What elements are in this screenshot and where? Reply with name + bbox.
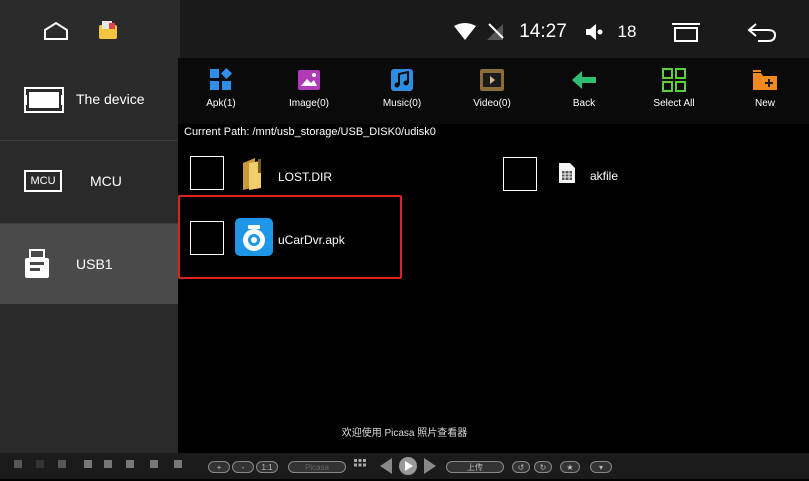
usb-drive-icon (24, 249, 50, 284)
grid-view-icon[interactable] (354, 458, 366, 470)
file-name[interactable]: LOST.DIR (278, 170, 332, 184)
current-path-value: /mnt/usb_storage/USB_DISK0/udisk0 (252, 126, 436, 138)
slideshow-play-icon[interactable] (378, 456, 438, 476)
sidebar-item-usb1[interactable]: USB1 (0, 224, 178, 304)
wifi-icon (452, 22, 478, 42)
tab-music-label: Music(0) (382, 98, 422, 109)
thumbnail (14, 460, 22, 468)
current-path-label: Current Path: (184, 126, 250, 138)
tab-apk[interactable]: Apk(1) (181, 58, 261, 124)
back-button[interactable]: Back (544, 58, 624, 124)
thumbnail (84, 460, 92, 468)
apk-icon (207, 66, 235, 94)
upload-button[interactable]: 上传 (446, 461, 504, 473)
file-browser: Apk(1) Image(0) Music(0) Video(0) Back S… (178, 58, 809, 453)
new-folder-button[interactable]: New (725, 58, 805, 124)
toolbar: Apk(1) Image(0) Music(0) Video(0) Back S… (178, 58, 809, 124)
sidebar-item-label: MCU (90, 173, 122, 189)
thumbnail (58, 460, 66, 468)
home-icon[interactable] (42, 20, 70, 42)
file-checkbox[interactable] (503, 157, 537, 191)
file-manager-app-icon[interactable] (96, 18, 120, 42)
thumbnail (126, 460, 134, 468)
mcu-chip-icon: MCU (24, 170, 62, 192)
music-icon (388, 66, 416, 94)
sidebar-item-the-device[interactable]: The device (0, 58, 178, 140)
sidebar-item-label: USB1 (76, 256, 113, 272)
rotate-left-icon[interactable]: ↺ (512, 461, 530, 473)
back-nav-icon[interactable] (745, 20, 779, 44)
camera-app-icon (235, 218, 273, 261)
status-bar: 14:27 18 (0, 0, 809, 58)
tab-image-label: Image(0) (288, 98, 329, 109)
file-name[interactable]: uCarDvr.apk (278, 233, 345, 247)
zoom-out-button[interactable]: - (232, 461, 254, 473)
file-checkbox[interactable] (190, 221, 224, 255)
document-icon (558, 162, 576, 189)
rotate-right-icon[interactable]: ↻ (534, 461, 552, 473)
thumbnail (174, 460, 182, 468)
thumbnail (104, 460, 112, 468)
tab-image[interactable]: Image(0) (269, 58, 349, 124)
status-time: 14:27 (519, 21, 567, 42)
select-all-button[interactable]: Select All (634, 58, 714, 124)
sidebar-item-mcu[interactable]: MCU MCU (0, 141, 178, 223)
star-icon[interactable]: ★ (560, 461, 580, 473)
file-name[interactable]: akfile (590, 169, 618, 183)
screen-icon (24, 87, 64, 118)
image-icon (295, 66, 323, 94)
picasa-welcome-text: 欢迎使用 Picasa 照片查看器 (341, 428, 468, 439)
folder-icon (240, 157, 264, 196)
grid-icon (660, 66, 688, 94)
file-checkbox[interactable] (190, 156, 224, 190)
picasa-button[interactable]: Picasa (288, 461, 346, 473)
back-button-label: Back (572, 98, 596, 109)
no-signal-icon (485, 22, 505, 42)
sidebar-item-label: The device (76, 91, 145, 107)
actual-size-button[interactable]: 1:1 (256, 461, 278, 473)
tab-video-label: Video(0) (473, 98, 511, 109)
new-folder-label: New (754, 98, 775, 109)
recent-apps-icon[interactable] (668, 20, 704, 44)
zoom-in-button[interactable]: + (208, 461, 230, 473)
new-folder-icon (751, 66, 779, 94)
thumbnail (36, 460, 44, 468)
volume-icon[interactable] (584, 22, 606, 42)
status-bar-left (0, 0, 180, 58)
current-path: Current Path: /mnt/usb_storage/USB_DISK0… (184, 126, 436, 138)
arrow-left-icon (570, 66, 598, 94)
tab-video[interactable]: Video(0) (452, 58, 532, 124)
video-icon (478, 66, 506, 94)
select-all-label: Select All (653, 98, 695, 109)
thumbnail (150, 460, 158, 468)
chevron-down-icon[interactable]: ▾ (590, 461, 612, 473)
volume-level: 18 (617, 22, 637, 41)
tab-apk-label: Apk(1) (206, 98, 236, 109)
sidebar: The device MCU MCU USB1 (0, 58, 178, 453)
tab-music[interactable]: Music(0) (362, 58, 442, 124)
